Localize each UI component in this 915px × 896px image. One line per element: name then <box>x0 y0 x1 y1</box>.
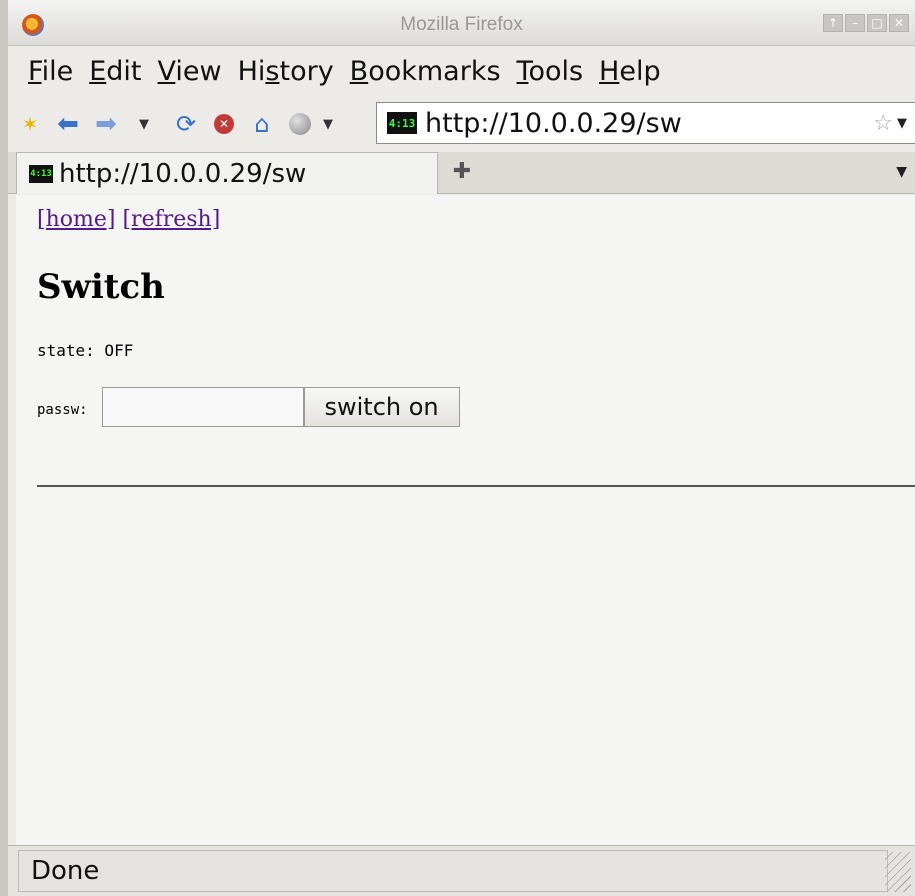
globe-dropdown-icon[interactable]: ▼ <box>316 112 340 136</box>
page-title: Switch <box>37 267 165 307</box>
bookmark-star-icon[interactable]: ✶ <box>18 112 42 136</box>
tab-favicon-icon: 4:13 <box>29 164 53 183</box>
menu-bar: File Edit View History Bookmarks Tools H… <box>8 46 915 96</box>
forward-icon[interactable]: ➡ <box>94 109 118 139</box>
menu-file[interactable]: File <box>24 56 85 87</box>
url-bar[interactable]: 4:13 http://10.0.0.29/sw ☆ ▼ <box>376 102 915 144</box>
menu-help[interactable]: Help <box>595 56 673 87</box>
title-bar: Mozilla Firefox ↑ – □ ✕ <box>8 0 915 46</box>
tab-list-dropdown-icon[interactable]: ▼ <box>896 164 907 180</box>
maximize-icon[interactable]: □ <box>867 14 887 32</box>
status-text: Done <box>18 850 888 892</box>
menu-view[interactable]: View <box>154 56 234 87</box>
site-favicon-icon: 4:13 <box>387 112 417 134</box>
minimize-icon[interactable]: – <box>845 14 865 32</box>
password-input[interactable] <box>101 387 304 427</box>
home-link[interactable]: [home] <box>37 207 115 232</box>
menu-history[interactable]: History <box>234 56 346 87</box>
nav-links: [home] [refresh] <box>37 207 220 232</box>
divider <box>37 485 915 487</box>
globe-icon[interactable] <box>288 112 312 136</box>
browser-window: Mozilla Firefox ↑ – □ ✕ File Edit View H… <box>0 0 915 896</box>
tab-label: http://10.0.0.29/sw <box>59 158 307 189</box>
history-dropdown-icon[interactable]: ▼ <box>132 112 156 136</box>
stop-icon[interactable]: ✕ <box>212 112 236 136</box>
close-icon[interactable]: ✕ <box>889 14 909 32</box>
tab-current[interactable]: 4:13 http://10.0.0.29/sw <box>16 152 438 194</box>
window-title: Mozilla Firefox <box>400 14 523 35</box>
reload-icon[interactable]: ⟳ <box>174 110 198 138</box>
switch-on-button[interactable]: switch on <box>303 387 460 427</box>
menu-bookmarks[interactable]: Bookmarks <box>346 56 513 87</box>
page-content: [home] [refresh] Switch state: OFF passw… <box>16 195 915 845</box>
navigation-toolbar: ✶ ⬅ ➡ ▼ ⟳ ✕ ⌂ ▼ 4:13 http://10.0.0.29/sw… <box>8 96 915 152</box>
tab-bar: 4:13 http://10.0.0.29/sw ✚ ▼ <box>8 152 915 194</box>
bookmark-page-star-icon[interactable]: ☆ <box>873 111 893 136</box>
state-text: state: OFF <box>37 341 134 360</box>
url-dropdown-icon[interactable]: ▼ <box>897 116 907 131</box>
window-controls: ↑ – □ ✕ <box>823 14 909 32</box>
home-icon[interactable]: ⌂ <box>250 110 274 138</box>
resize-grip-icon[interactable] <box>885 852 911 892</box>
status-bar: Done <box>8 845 915 896</box>
password-label: passw: <box>37 402 88 418</box>
menu-tools[interactable]: Tools <box>513 56 596 87</box>
new-tab-icon[interactable]: ✚ <box>446 156 478 188</box>
password-form: passw: switch on <box>37 387 460 427</box>
back-icon[interactable]: ⬅ <box>56 109 80 139</box>
refresh-link[interactable]: [refresh] <box>122 207 220 232</box>
menu-edit[interactable]: Edit <box>85 56 153 87</box>
url-text[interactable]: http://10.0.0.29/sw <box>425 108 873 139</box>
shade-icon[interactable]: ↑ <box>823 14 843 32</box>
